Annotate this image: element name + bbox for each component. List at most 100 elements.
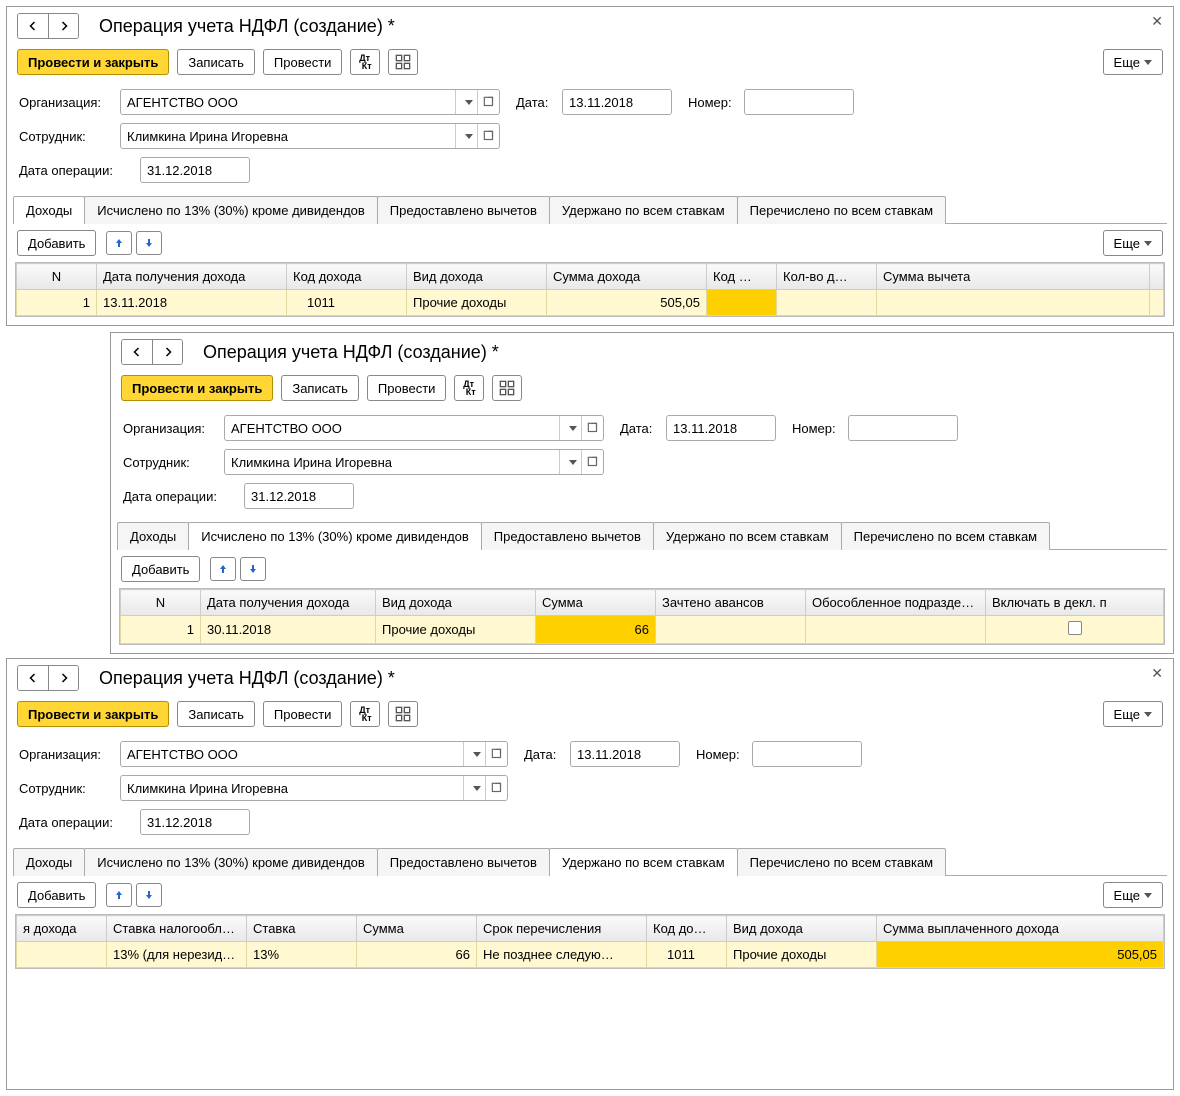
cell-sum[interactable]: 66 (536, 616, 656, 644)
table-row[interactable]: 1 13.11.2018 1011 Прочие доходы 505,05 (17, 290, 1164, 316)
table-row[interactable]: 1 30.11.2018 Прочие доходы 66 (121, 616, 1164, 644)
label-org: Организация: (123, 421, 218, 436)
tab-transferred[interactable]: Перечислено по всем ставкам (841, 522, 1050, 550)
withheld-grid[interactable]: я дохода Ставка налогообл… Ставка Сумма … (15, 914, 1165, 969)
tab-deduct[interactable]: Предоставлено вычетов (377, 848, 550, 876)
checkbox-icon[interactable] (1068, 621, 1082, 635)
calc-grid[interactable]: N Дата получения дохода Вид дохода Сумма… (119, 588, 1165, 645)
dtkt-button[interactable]: Дт Кт (454, 375, 484, 401)
dropdown-icon[interactable] (455, 90, 477, 114)
date-field[interactable] (563, 90, 672, 114)
move-up-button[interactable] (210, 557, 236, 581)
table-row[interactable]: 13% (для нерезид… 13% 66 Не позднее след… (17, 942, 1164, 968)
date-field[interactable] (571, 742, 680, 766)
registers-button[interactable] (388, 701, 418, 727)
tab-withheld[interactable]: Удержано по всем ставкам (549, 848, 738, 876)
move-up-button[interactable] (106, 883, 132, 907)
grid-more-button[interactable]: Еще (1103, 230, 1163, 256)
dropdown-icon[interactable] (559, 450, 581, 474)
opdate-field[interactable] (141, 810, 250, 834)
dtkt-button[interactable]: Дт Кт (350, 49, 380, 75)
close-icon[interactable]: ✕ (1151, 13, 1163, 30)
nav-back-button[interactable] (18, 14, 48, 38)
open-icon[interactable] (477, 124, 499, 148)
tab-income[interactable]: Доходы (13, 848, 85, 876)
dropdown-icon[interactable] (463, 776, 485, 800)
move-down-button[interactable] (240, 557, 266, 581)
org-field[interactable] (121, 90, 455, 114)
nav-forward-button[interactable] (48, 14, 78, 38)
grid-more-button[interactable]: Еще (1103, 882, 1163, 908)
move-down-button[interactable] (136, 883, 162, 907)
label-emp: Сотрудник: (19, 781, 114, 796)
close-icon[interactable]: ✕ (1151, 665, 1163, 682)
tab-deduct[interactable]: Предоставлено вычетов (377, 196, 550, 224)
nav-back-button[interactable] (18, 666, 48, 690)
org-field[interactable] (121, 742, 463, 766)
cell-kolvo (777, 290, 877, 316)
more-button[interactable]: Еще (1103, 701, 1163, 727)
move-up-button[interactable] (106, 231, 132, 255)
dropdown-icon[interactable] (455, 124, 477, 148)
nav-forward-button[interactable] (48, 666, 78, 690)
org-field[interactable] (225, 416, 559, 440)
add-button[interactable]: Добавить (121, 556, 200, 582)
tabstrip: Доходы Исчислено по 13% (30%) кроме диви… (13, 195, 1167, 224)
dropdown-icon[interactable] (559, 416, 581, 440)
number-field[interactable] (753, 742, 862, 766)
tab-transferred[interactable]: Перечислено по всем ставкам (737, 196, 946, 224)
post-button[interactable]: Провести (367, 375, 447, 401)
col-sum: Сумма (536, 590, 656, 616)
date-field[interactable] (667, 416, 776, 440)
opdate-field[interactable] (245, 484, 354, 508)
label-emp: Сотрудник: (19, 129, 114, 144)
chevron-down-icon (1144, 712, 1152, 717)
post-and-close-button[interactable]: Провести и закрыть (17, 701, 169, 727)
tab-calc[interactable]: Исчислено по 13% (30%) кроме дивидендов (84, 848, 378, 876)
open-icon[interactable] (581, 450, 603, 474)
col-sum: Сумма (357, 916, 477, 942)
cell-sumv[interactable]: 505,05 (877, 942, 1164, 968)
open-icon[interactable] (485, 742, 507, 766)
save-button[interactable]: Записать (281, 375, 359, 401)
tab-transferred[interactable]: Перечислено по всем ставкам (737, 848, 946, 876)
save-button[interactable]: Записать (177, 49, 255, 75)
tab-income[interactable]: Доходы (117, 522, 189, 550)
open-icon[interactable] (581, 416, 603, 440)
emp-field[interactable] (121, 776, 463, 800)
tab-withheld[interactable]: Удержано по всем ставкам (549, 196, 738, 224)
registers-button[interactable] (388, 49, 418, 75)
dropdown-icon[interactable] (463, 742, 485, 766)
col-code: Код дохода (287, 264, 407, 290)
tab-calc[interactable]: Исчислено по 13% (30%) кроме дивидендов (84, 196, 378, 224)
tab-income[interactable]: Доходы (13, 196, 85, 224)
nav-back-button[interactable] (122, 340, 152, 364)
emp-field[interactable] (121, 124, 455, 148)
tab-calc[interactable]: Исчислено по 13% (30%) кроме дивидендов (188, 522, 482, 550)
cell-kod[interactable] (707, 290, 777, 316)
post-button[interactable]: Провести (263, 701, 343, 727)
move-down-button[interactable] (136, 231, 162, 255)
post-and-close-button[interactable]: Провести и закрыть (17, 49, 169, 75)
save-button[interactable]: Записать (177, 701, 255, 727)
post-button[interactable]: Провести (263, 49, 343, 75)
income-grid[interactable]: N Дата получения дохода Код дохода Вид д… (15, 262, 1165, 317)
more-button[interactable]: Еще (1103, 49, 1163, 75)
more-label: Еще (1114, 236, 1140, 251)
registers-button[interactable] (492, 375, 522, 401)
open-icon[interactable] (477, 90, 499, 114)
nav-forward-button[interactable] (152, 340, 182, 364)
cell-dekl[interactable] (986, 616, 1164, 644)
number-field[interactable] (849, 416, 958, 440)
tab-withheld[interactable]: Удержано по всем ставкам (653, 522, 842, 550)
opdate-field[interactable] (141, 158, 250, 182)
dtkt-button[interactable]: Дт Кт (350, 701, 380, 727)
emp-field[interactable] (225, 450, 559, 474)
add-button[interactable]: Добавить (17, 230, 96, 256)
cell-date: 13.11.2018 (97, 290, 287, 316)
number-field[interactable] (745, 90, 854, 114)
tab-deduct[interactable]: Предоставлено вычетов (481, 522, 654, 550)
add-button[interactable]: Добавить (17, 882, 96, 908)
post-and-close-button[interactable]: Провести и закрыть (121, 375, 273, 401)
open-icon[interactable] (485, 776, 507, 800)
